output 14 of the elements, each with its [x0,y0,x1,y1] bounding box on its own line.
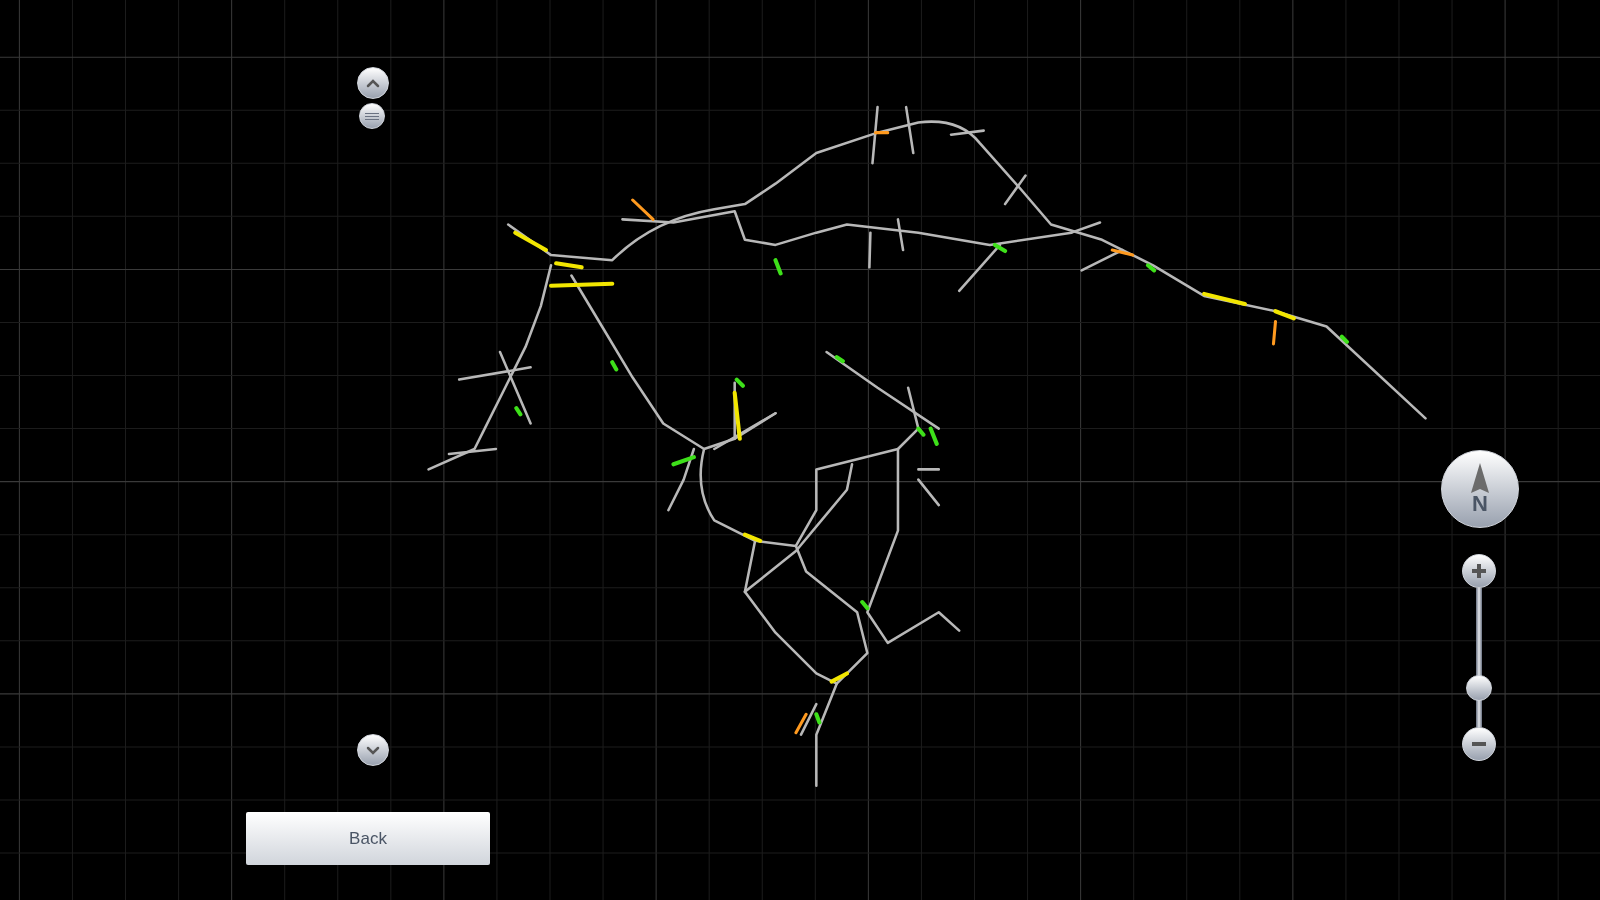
zoom-slider-thumb[interactable] [1466,675,1492,701]
zoom-slider[interactable] [1466,588,1492,727]
back-button[interactable]: Back [246,812,490,865]
zoom-out-button[interactable] [1462,727,1496,761]
plus-icon [1470,562,1488,580]
zoom-in-button[interactable] [1462,554,1496,588]
scroll-thumb[interactable] [359,103,385,129]
chevron-down-icon [366,745,380,755]
scroll-down-button[interactable] [357,734,389,766]
chevron-up-icon [366,78,380,88]
minus-icon [1472,742,1486,746]
north-arrow-icon [1470,463,1490,493]
compass-button[interactable]: N [1441,450,1519,528]
scroll-up-button[interactable] [357,67,389,99]
